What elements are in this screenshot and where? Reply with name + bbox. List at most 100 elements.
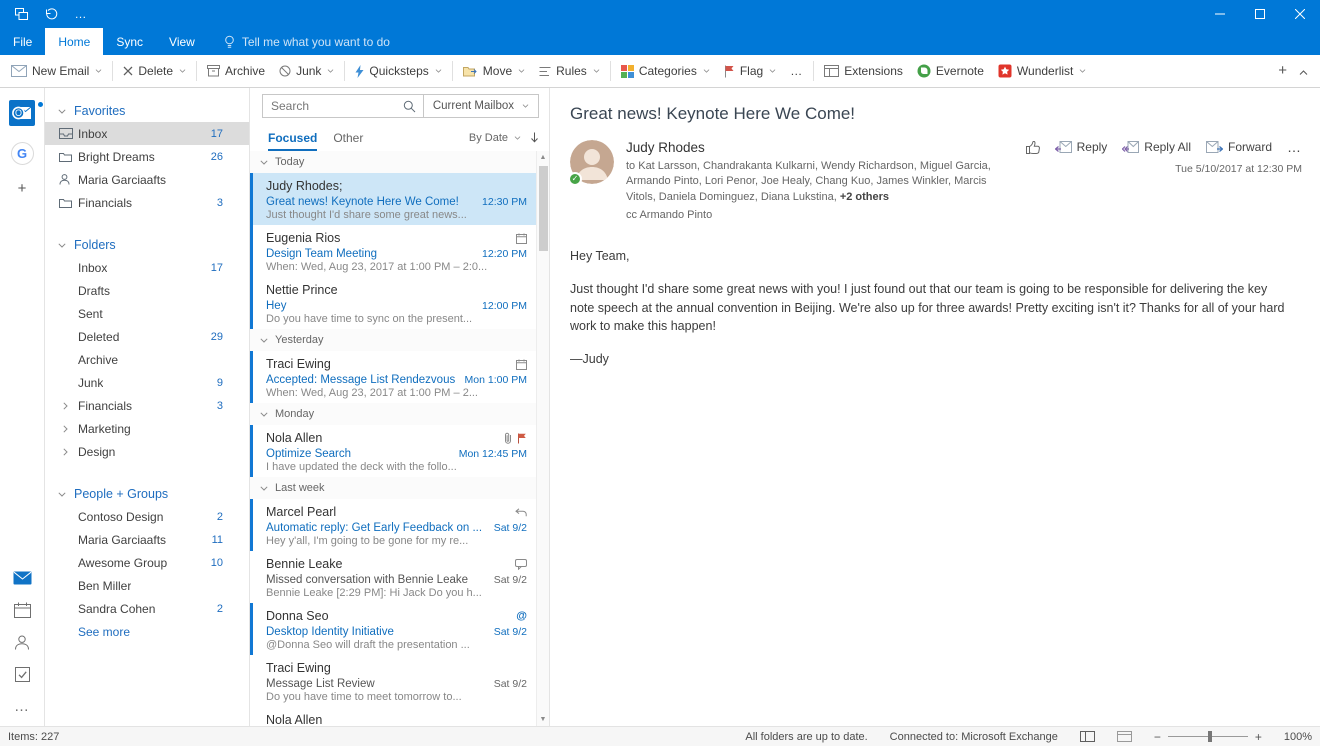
- sync-button[interactable]: [6, 0, 36, 28]
- message-row[interactable]: Judy Rhodes;Great news! Keynote Here We …: [250, 173, 549, 225]
- junk-button[interactable]: Junk: [272, 58, 341, 85]
- tab-focused[interactable]: Focused: [268, 124, 317, 151]
- message-row[interactable]: Bennie LeakeMissed conversation with Ben…: [250, 551, 549, 603]
- rules-button[interactable]: Rules: [532, 58, 607, 85]
- sender-name[interactable]: Judy Rhodes: [626, 140, 1014, 155]
- reply-button[interactable]: Reply: [1055, 140, 1108, 154]
- zoom-plus-icon[interactable]: +: [1255, 731, 1262, 743]
- sidebar-item-bright-dreams[interactable]: Bright Dreams26: [45, 145, 249, 168]
- sidebar-item-deleted[interactable]: Deleted29: [45, 325, 249, 348]
- categories-button[interactable]: Categories: [614, 58, 717, 85]
- sidebar-item-junk[interactable]: Junk9: [45, 371, 249, 394]
- sidebar-item-marketing[interactable]: Marketing: [45, 417, 249, 440]
- zoom-slider-thumb[interactable]: [1208, 731, 1212, 742]
- zoom-slider[interactable]: [1168, 736, 1248, 737]
- minus-icon[interactable]: −: [1154, 731, 1161, 743]
- sidebar-item-inbox[interactable]: Inbox17: [45, 256, 249, 279]
- sidebar-item-archive[interactable]: Archive: [45, 348, 249, 371]
- move-button[interactable]: Move: [456, 58, 532, 85]
- collapse-ribbon-button[interactable]: [1299, 62, 1308, 80]
- search-input[interactable]: [271, 99, 403, 113]
- sidebar-item-awesome-group[interactable]: Awesome Group10: [45, 551, 249, 574]
- like-button[interactable]: [1026, 141, 1040, 154]
- section-header-folders[interactable]: Folders: [45, 234, 249, 256]
- tab-sync[interactable]: Sync: [103, 28, 156, 55]
- message-row[interactable]: Nola AllenOptimize SearchMon 12:45 PMI h…: [250, 425, 549, 477]
- sidebar-item-financials[interactable]: Financials3: [45, 394, 249, 417]
- chevron-down-icon: [58, 492, 66, 497]
- rail-more[interactable]: …: [14, 699, 30, 714]
- evernote-button[interactable]: Evernote: [910, 58, 991, 85]
- reply-all-button[interactable]: Reply All: [1122, 140, 1191, 154]
- message-row[interactable]: Marcel PearlAutomatic reply: Get Early F…: [250, 499, 549, 551]
- tab-other[interactable]: Other: [333, 124, 363, 151]
- add-account[interactable]: +: [18, 181, 27, 196]
- sidebar-item-maria-garciaafts[interactable]: Maria Garciaafts11: [45, 528, 249, 551]
- add-addin-button[interactable]: +: [1278, 62, 1287, 80]
- sender-avatar[interactable]: ✓: [570, 140, 614, 184]
- sidebar-item-maria-garciaafts[interactable]: Maria Garciaafts: [45, 168, 249, 191]
- titlebar-more-button[interactable]: …: [66, 0, 96, 28]
- sort-desc-icon[interactable]: [530, 132, 539, 143]
- message-row[interactable]: Donna Seo@Desktop Identity InitiativeSat…: [250, 603, 549, 655]
- group-header-today[interactable]: Today: [250, 151, 549, 173]
- tasks-nav[interactable]: [15, 667, 30, 682]
- sidebar-item-ben-miller[interactable]: Ben Miller: [45, 574, 249, 597]
- wunderlist-button[interactable]: Wunderlist: [991, 58, 1093, 85]
- section-header-favorites[interactable]: Favorites: [45, 100, 249, 122]
- google-account[interactable]: G: [11, 142, 34, 165]
- sort-by-button[interactable]: By Date: [469, 132, 521, 144]
- forward-button[interactable]: Forward: [1206, 140, 1272, 154]
- mail-nav[interactable]: [13, 571, 32, 585]
- extensions-button[interactable]: Extensions: [817, 58, 910, 85]
- sidebar-item-contoso-design[interactable]: Contoso Design2: [45, 505, 249, 528]
- close-button[interactable]: [1280, 0, 1320, 28]
- more-recipients[interactable]: +2 others: [840, 191, 889, 203]
- sidebar-item-sent[interactable]: Sent: [45, 302, 249, 325]
- folder-label: Maria Garciaafts: [78, 173, 166, 187]
- group-header-yesterday[interactable]: Yesterday: [250, 329, 549, 351]
- scroll-down-icon[interactable]: ▼: [540, 713, 547, 726]
- calendar-nav[interactable]: [14, 602, 31, 618]
- new-email-button[interactable]: New Email: [4, 58, 109, 85]
- message-time: Sat 9/2: [494, 678, 527, 690]
- people-nav[interactable]: [14, 635, 30, 650]
- message-more-button[interactable]: …: [1287, 140, 1302, 154]
- section-header-people-groups[interactable]: People + Groups: [45, 483, 249, 505]
- search-box[interactable]: [262, 94, 424, 118]
- scrollbar[interactable]: ▲ ▼: [536, 151, 549, 726]
- sidebar-item-drafts[interactable]: Drafts: [45, 279, 249, 302]
- tell-me-box[interactable]: Tell me what you want to do: [224, 28, 390, 55]
- sidebar-item-financials[interactable]: Financials3: [45, 191, 249, 214]
- undo-button[interactable]: [36, 0, 66, 28]
- message-row[interactable]: Eugenia RiosDesign Team Meeting12:20 PMW…: [250, 225, 549, 277]
- outlook-logo[interactable]: O: [9, 100, 35, 126]
- message-row[interactable]: Nettie PrinceHey12:00 PMDo you have time…: [250, 277, 549, 329]
- normal-view-icon[interactable]: [1080, 731, 1095, 742]
- ribbon-overflow-button[interactable]: …: [783, 58, 810, 85]
- sidebar-item-design[interactable]: Design: [45, 440, 249, 463]
- delete-button[interactable]: Delete: [116, 58, 193, 85]
- app-rail: OG + …: [0, 88, 45, 726]
- tab-home[interactable]: Home: [45, 28, 103, 55]
- mailbox-scope-dropdown[interactable]: Current Mailbox: [424, 94, 539, 118]
- tab-view[interactable]: View: [156, 28, 208, 55]
- folder-label: Sent: [78, 307, 103, 321]
- sidebar-item-sandra-cohen[interactable]: Sandra Cohen2: [45, 597, 249, 620]
- message-row[interactable]: Traci EwingMessage List ReviewSat 9/2Do …: [250, 655, 549, 707]
- scroll-up-icon[interactable]: ▲: [540, 151, 547, 164]
- group-header-last-week[interactable]: Last week: [250, 477, 549, 499]
- scrollbar-thumb[interactable]: [539, 166, 548, 251]
- sidebar-item-inbox[interactable]: Inbox17: [45, 122, 249, 145]
- maximize-button[interactable]: [1240, 0, 1280, 28]
- minimize-button[interactable]: [1200, 0, 1240, 28]
- sidebar-item-see-more[interactable]: See more: [45, 620, 249, 643]
- flag-button[interactable]: Flag: [717, 58, 783, 85]
- archive-button[interactable]: Archive: [200, 58, 272, 85]
- message-row[interactable]: Nola Allen: [250, 707, 549, 726]
- reading-view-icon[interactable]: [1117, 731, 1132, 742]
- quicksteps-button[interactable]: Quicksteps: [348, 58, 448, 85]
- group-header-monday[interactable]: Monday: [250, 403, 549, 425]
- message-row[interactable]: Traci EwingAccepted: Message List Rendez…: [250, 351, 549, 403]
- tab-file[interactable]: File: [0, 28, 45, 55]
